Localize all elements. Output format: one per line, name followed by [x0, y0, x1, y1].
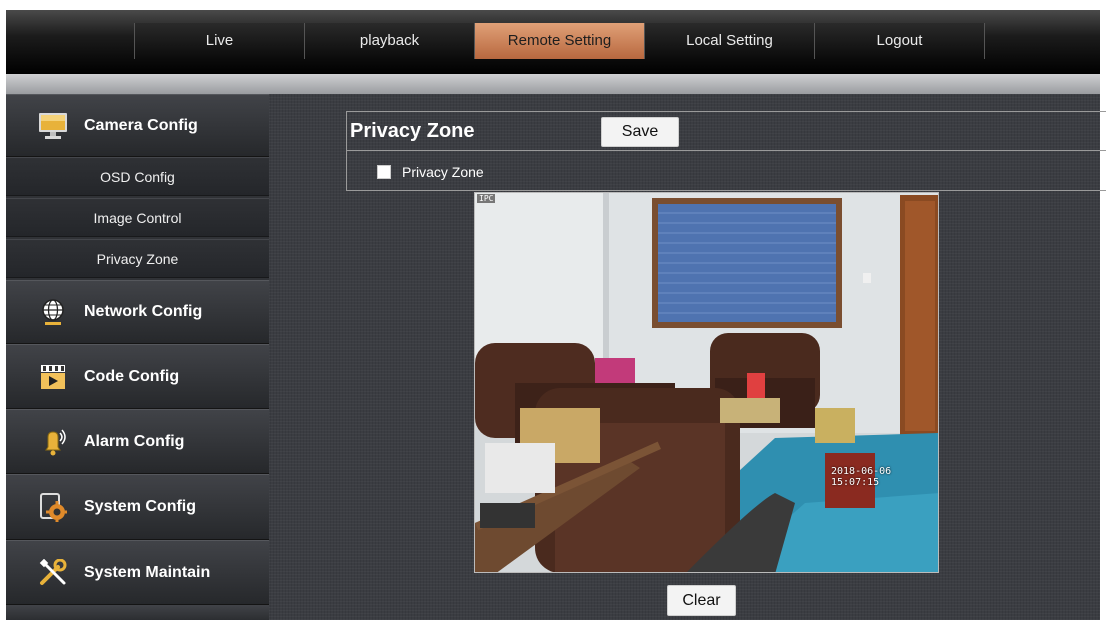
sidebar-item-label: System Config	[84, 498, 197, 515]
monitor-icon	[38, 111, 68, 141]
sidebar-item-label: Code Config	[84, 367, 180, 385]
header-divider	[6, 74, 1100, 94]
privacy-zone-header: Privacy Zone Save	[346, 111, 1106, 151]
globe-icon	[38, 297, 68, 327]
sidebar-item-camera-config[interactable]: Camera Config	[6, 94, 269, 157]
sidebar-item-alarm-config[interactable]: Alarm Config	[6, 409, 269, 474]
tab-live[interactable]: Live	[135, 23, 305, 59]
tab-playback[interactable]: playback	[305, 23, 475, 59]
page-title: Privacy Zone	[350, 120, 475, 142]
camera-label: IPC	[477, 194, 496, 203]
sidebar-item-label: System Maintain	[84, 563, 211, 581]
video-play-icon	[38, 362, 68, 392]
camera-preview[interactable]: IPC 2018-06-06 15:07:15	[474, 192, 939, 573]
sidebar-item-label: Alarm Config	[84, 432, 185, 450]
privacy-zone-checkbox-label: Privacy Zone	[402, 164, 484, 180]
sidebar-subitem-osd-config[interactable]: OSD Config	[6, 157, 269, 196]
wrench-screwdriver-icon	[38, 558, 68, 588]
sidebar-subitem-image-control[interactable]: Image Control	[6, 198, 269, 237]
sidebar-item-system-config[interactable]: System Config	[6, 474, 269, 540]
sidebar-item-label: Network Config	[84, 303, 203, 320]
tab-logout[interactable]: Logout	[815, 23, 985, 59]
tab-remote-setting[interactable]: Remote Setting	[475, 23, 645, 59]
sidebar: Camera Config OSD Config Image Control P…	[6, 94, 269, 620]
sidebar-footer	[6, 605, 269, 620]
sidebar-item-label: Camera Config	[84, 116, 198, 134]
tab-local-setting[interactable]: Local Setting	[645, 23, 815, 59]
sidebar-item-code-config[interactable]: Code Config	[6, 344, 269, 409]
video-timestamp: 2018-06-06 15:07:15	[831, 466, 892, 488]
top-navigation-bar: Live playback Remote Setting Local Setti…	[6, 10, 1100, 74]
sidebar-item-system-maintain[interactable]: System Maintain	[6, 540, 269, 605]
camera-scene	[475, 193, 938, 572]
nav-tabs: Live playback Remote Setting Local Setti…	[134, 23, 985, 59]
privacy-zone-option-row: Privacy Zone	[346, 151, 1106, 191]
privacy-zone-checkbox[interactable]	[377, 165, 391, 179]
sidebar-subitem-privacy-zone[interactable]: Privacy Zone	[6, 239, 269, 278]
sidebar-item-network-config[interactable]: Network Config	[6, 280, 269, 344]
save-button[interactable]: Save	[601, 117, 679, 147]
clear-button[interactable]: Clear	[667, 585, 736, 616]
alarm-bell-icon	[38, 427, 68, 457]
settings-gear-icon	[38, 492, 68, 522]
